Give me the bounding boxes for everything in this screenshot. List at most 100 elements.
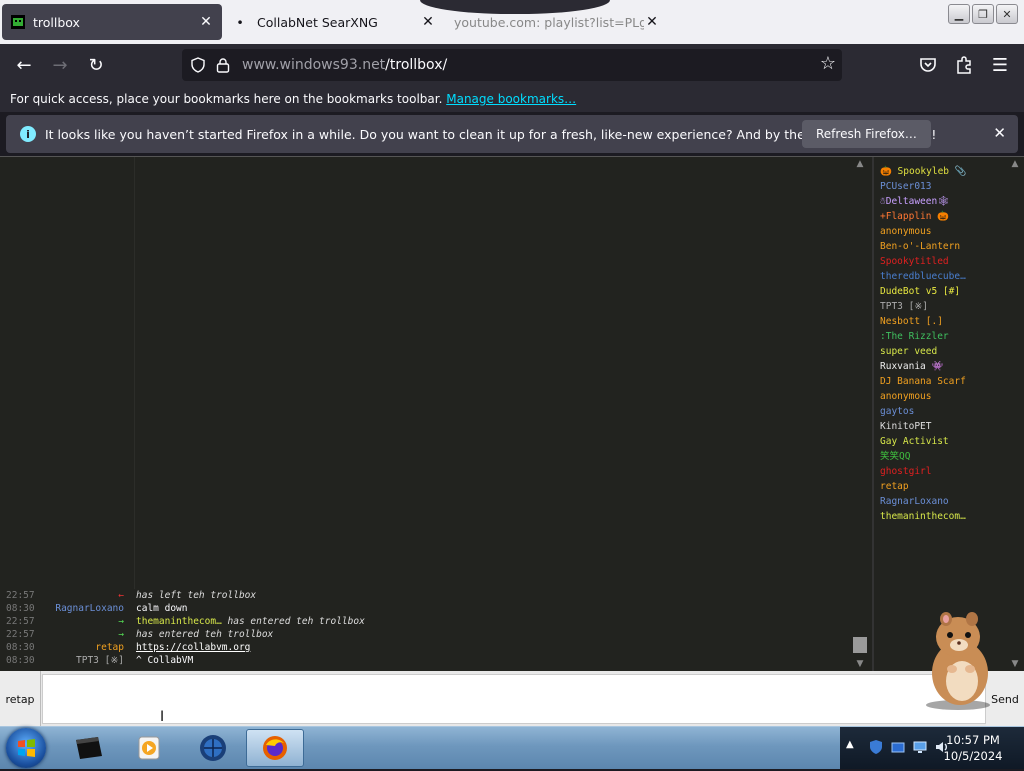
taskbar-app-firefox[interactable] [246,729,304,767]
forward-arrow-icon[interactable]: → [48,53,72,77]
restore-icon[interactable]: ❐ [972,4,994,24]
taskbar-app-network[interactable] [184,729,242,767]
message-time: 22:57 [6,629,35,640]
user-list-item[interactable]: 笑笑QQ [874,449,1006,464]
chat-scroll-thumb[interactable] [853,637,867,653]
action-center-flag-icon[interactable] [890,739,906,755]
clock-date: 10/5/2024 [943,749,1003,763]
scroll-up-icon[interactable]: ▲ [1006,159,1024,169]
message-nick[interactable]: ← [118,589,124,602]
user-list-item[interactable]: ☃Deltaween🕸 [874,194,1006,209]
message-nick[interactable]: → [118,615,124,628]
tab-youtube[interactable]: youtube.com: playlist?list=PLgPtl8s ✕ [446,4,668,40]
user-list-item[interactable]: TPT3 [※] [874,299,1006,314]
scroll-down-icon[interactable]: ▼ [1006,659,1024,669]
trollbox-favicon-icon [11,15,25,29]
taskbar-clock[interactable]: 10:57 PM 10/5/2024 [940,732,1006,764]
start-button[interactable] [6,728,46,768]
chat-scrollbar[interactable]: ▲ ▼ [852,157,868,671]
user-list-item[interactable]: RagnarLoxano [874,494,1006,509]
bookmark-star-icon[interactable]: ☆ [820,53,836,74]
chat-divider [134,157,135,589]
back-arrow-icon[interactable]: ← [12,53,36,77]
manage-bookmarks-link[interactable]: Manage bookmarks… [446,92,576,106]
tab-trollbox[interactable]: trollbox ✕ [2,4,222,40]
taskbar-app-terminal[interactable] [60,729,118,767]
nickname-button[interactable]: retap [0,671,41,727]
user-list-item[interactable]: gaytos [874,404,1006,419]
refresh-notification-bar: i It looks like you haven’t started Fire… [6,115,1018,153]
user-list-item[interactable]: ghostgirl [874,464,1006,479]
chat-log[interactable]: 22:57 ← has left teh trollbox 08:30 RagnarL… [0,157,870,671]
user-list-item[interactable]: Spookytitled [874,254,1006,269]
minimize-icon[interactable]: ▁ [948,4,970,24]
user-list-item[interactable]: PCUser013 [874,179,1006,194]
user-list-item[interactable]: Ben-o'-Lantern [874,239,1006,254]
message-nick[interactable]: RagnarLoxano [55,602,124,615]
user-list-item[interactable]: +Flapplin 🎃 [874,209,1006,224]
user-list-item[interactable]: themaninthecom… [874,509,1006,524]
message-input[interactable] [42,674,986,724]
message-text: ^ CollabVM [136,654,193,667]
message-time: 22:57 [6,590,35,601]
message-text: has left teh trollbox [136,589,256,602]
security-shield-icon[interactable] [868,739,884,755]
lock-icon[interactable] [216,57,230,73]
media-player-icon [138,736,160,760]
user-list-item[interactable]: Ruxvania 👾 [874,359,1006,374]
message-subject[interactable]: themaninthecom… [136,616,222,627]
user-list-item[interactable]: :The Rizzler [874,329,1006,344]
user-list-item[interactable]: DJ Banana Scarf [874,374,1006,389]
user-list-item[interactable]: DudeBot v5 [#] [874,284,1006,299]
message-body: ^ CollabVM [136,655,194,666]
close-notification-icon[interactable]: ✕ [993,124,1006,142]
user-list-item[interactable]: theredbluecube… [874,269,1006,284]
message-time: 08:30 [6,642,35,653]
user-list-item[interactable]: Nesbott [.] [874,314,1006,329]
user-list-item[interactable]: KinitoPET [874,419,1006,434]
tracking-protection-shield-icon[interactable] [190,57,206,73]
tab-title: CollabNet SearXNG [257,14,378,30]
refresh-firefox-button[interactable]: Refresh Firefox… [802,120,931,148]
userlist-scrollbar[interactable]: ▲ ▼ [1006,157,1024,671]
info-icon: i [20,126,36,142]
scroll-up-icon[interactable]: ▲ [852,159,868,169]
close-tab-icon[interactable]: ✕ [420,14,436,30]
url-bar[interactable]: www.windows93.net/trollbox/ ☆ [182,49,842,81]
user-list-item[interactable]: super veed [874,344,1006,359]
chat-message: 22:57 → has entered teh trollbox [0,628,850,641]
message-link[interactable]: https://collabvm.org [136,642,250,653]
windows-logo-icon [18,739,35,757]
message-nick[interactable]: retap [95,641,124,654]
hamburger-menu-icon[interactable]: ☰ [988,53,1012,77]
message-time: 22:57 [6,616,35,627]
chat-message: 22:57 ← has left teh trollbox [0,589,850,602]
scroll-down-icon[interactable]: ▼ [852,659,868,669]
close-window-icon[interactable]: ✕ [996,4,1018,24]
pocket-icon[interactable] [916,53,940,77]
reload-icon[interactable]: ↻ [84,53,108,77]
close-tab-icon[interactable]: ✕ [644,14,660,30]
message-body: has entered teh trollbox [136,629,274,640]
user-list-item[interactable]: 🎃 Spookyleb 📎 [874,164,1006,179]
message-text: has entered teh trollbox [136,628,273,641]
message-nick[interactable]: → [118,628,124,641]
navigation-toolbar: ← → ↻ www.windows93.net/trollbox/ ☆ ☰ [0,44,1024,86]
chat-message: 22:57 → themaninthecom… has entered teh tr… [0,615,850,628]
user-list-item[interactable]: anonymous [874,224,1006,239]
taskbar-app-media-player[interactable] [120,729,178,767]
user-list-item[interactable]: retap [874,479,1006,494]
bullet-icon: • [236,14,244,30]
user-list-item[interactable]: Gay Activist [874,434,1006,449]
hamster-mascot[interactable] [916,607,998,711]
tab-searxng[interactable]: • CollabNet SearXNG ✕ [224,4,444,40]
extensions-icon[interactable] [952,53,976,77]
show-hidden-icons-icon[interactable]: ▲ [846,739,854,750]
url-text: www.windows93.net/trollbox/ [242,57,447,73]
close-tab-icon[interactable]: ✕ [198,14,214,30]
message-text: calm down [136,602,187,615]
user-list-item[interactable]: anonymous [874,389,1006,404]
message-nick[interactable]: TPT3 [※] [76,654,124,667]
input-row: retap Send I [0,671,1024,727]
black-window-icon [76,737,102,759]
